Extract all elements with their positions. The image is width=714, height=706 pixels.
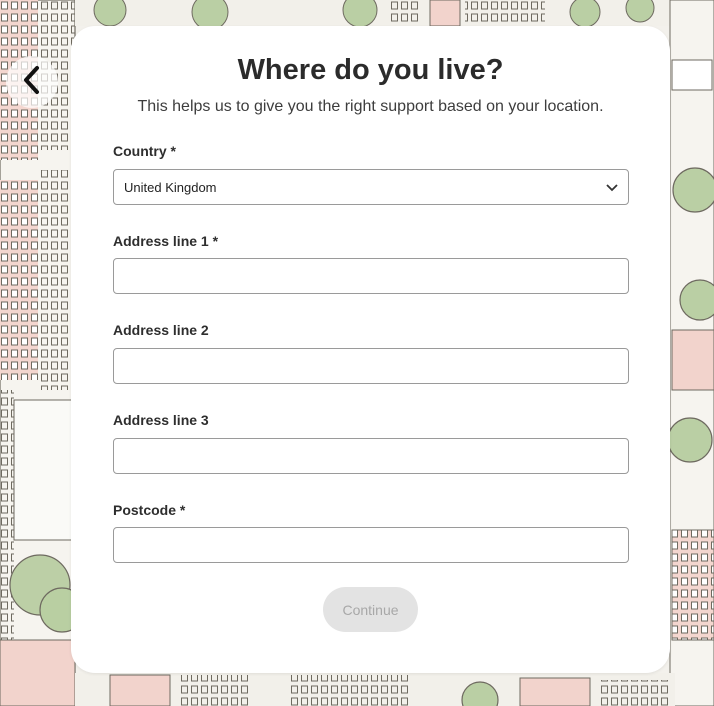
address-line-3-input[interactable] (113, 438, 629, 474)
address-line-2-label: Address line 2 (113, 322, 209, 338)
page-title: Where do you live? (237, 54, 504, 86)
back-button[interactable] (6, 56, 58, 108)
address-line-2-input[interactable] (113, 348, 629, 384)
postcode-input[interactable] (113, 527, 629, 563)
chevron-left-icon (20, 64, 44, 101)
page-subtitle: This helps us to give you the right supp… (137, 98, 604, 115)
postcode-label: Postcode * (113, 502, 186, 518)
chevron-down-icon (606, 180, 618, 195)
country-select-value: United Kingdom (124, 179, 217, 195)
country-label: Country * (113, 143, 176, 159)
continue-button[interactable]: Continue (323, 587, 418, 632)
address-line-1-input[interactable] (113, 258, 629, 294)
country-select[interactable]: United Kingdom (113, 169, 629, 205)
address-form-card: Where do you live? This helps us to give… (71, 26, 670, 673)
address-line-3-label: Address line 3 (113, 412, 209, 428)
address-line-1-label: Address line 1 * (113, 233, 219, 249)
